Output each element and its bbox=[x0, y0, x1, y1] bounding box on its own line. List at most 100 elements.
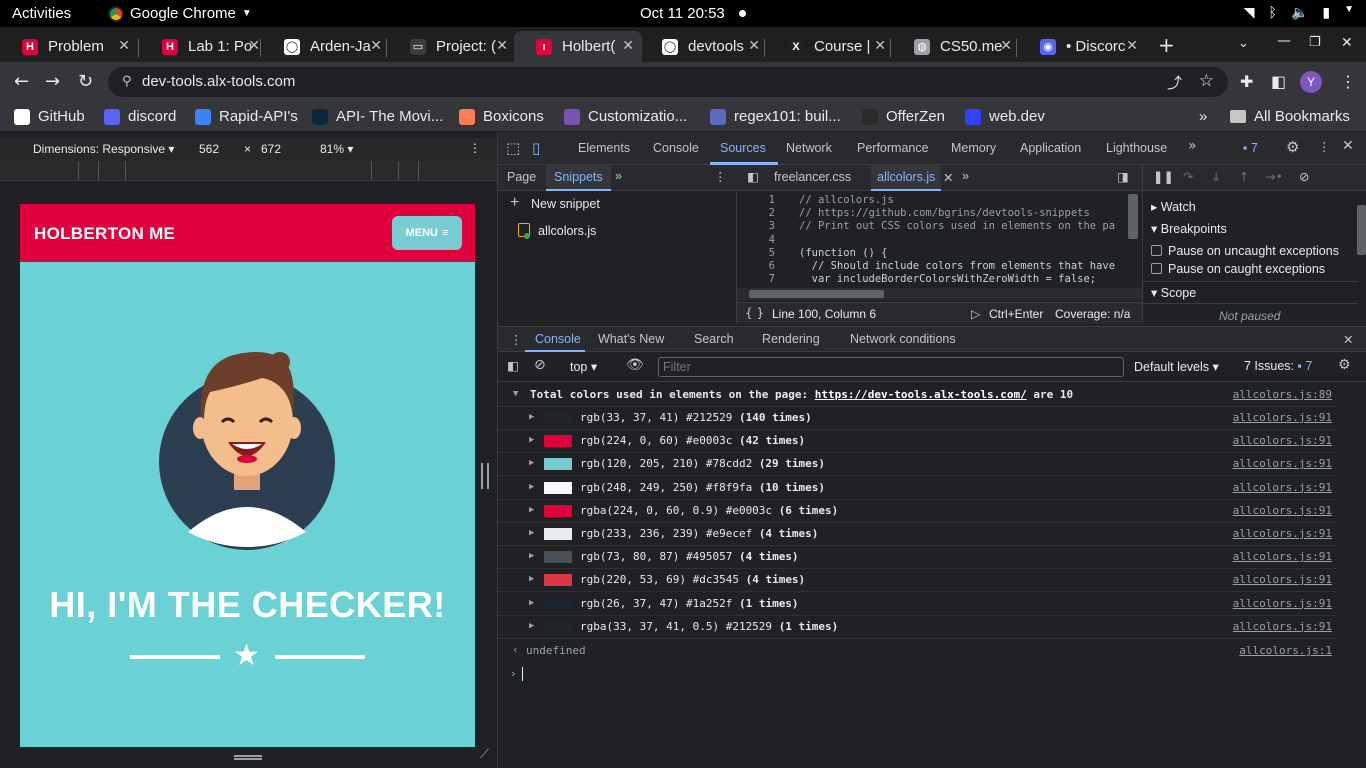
console-color-row[interactable]: ▶ rgb(120, 205, 210) #78cdd2 (29 times) al… bbox=[498, 453, 1336, 477]
console-color-row[interactable]: ▶ rgb(73, 80, 87) #495057 (4 times) allcol… bbox=[498, 546, 1336, 570]
forward-icon[interactable]: → bbox=[45, 71, 60, 92]
editor-tab-freelancer[interactable]: freelancer.css bbox=[774, 170, 851, 184]
profile-avatar[interactable]: Y bbox=[1300, 71, 1322, 93]
dimensions-select[interactable]: Dimensions: Responsive ▾ bbox=[33, 142, 174, 156]
width-input[interactable]: 562 bbox=[199, 142, 219, 156]
editor-scrollbar[interactable] bbox=[1128, 194, 1138, 239]
run-snippet-icon[interactable]: ▷ bbox=[971, 307, 980, 321]
expand-triangle-icon[interactable]: ▶ bbox=[529, 412, 534, 422]
debugger-scrollbar[interactable] bbox=[1357, 205, 1366, 255]
tab-snippets[interactable]: Snippets bbox=[546, 165, 611, 191]
activities-button[interactable]: Activities bbox=[12, 5, 71, 22]
expand-triangle-icon[interactable]: ▶ bbox=[529, 551, 534, 561]
log-levels-select[interactable]: Default levels ▾ bbox=[1134, 359, 1219, 374]
pause-icon[interactable]: ❚❚ bbox=[1153, 169, 1174, 184]
close-tab-icon[interactable]: ✕ bbox=[874, 37, 886, 54]
summary-source-link[interactable]: allcolors.js:89 bbox=[1233, 388, 1332, 401]
expand-triangle-icon[interactable]: ▶ bbox=[529, 598, 534, 608]
close-tab-icon[interactable]: ✕ bbox=[748, 37, 760, 54]
return-source-link[interactable]: allcolors.js:1 bbox=[1239, 644, 1332, 657]
close-tab-icon[interactable]: ✕ bbox=[496, 37, 508, 54]
settings-icon[interactable]: ⚙ bbox=[1286, 138, 1299, 156]
toggle-debugger-icon[interactable]: ◨ bbox=[1117, 169, 1129, 184]
snippet-item[interactable]: allcolors.js bbox=[538, 224, 596, 238]
devtools-more-icon[interactable]: ⋮ bbox=[1318, 139, 1331, 154]
browser-tab[interactable]: ◉ • Discorc ✕ bbox=[1018, 31, 1146, 62]
more-editor-tabs-icon[interactable]: » bbox=[962, 169, 969, 183]
code-line[interactable]: // Should include colors from elements t… bbox=[799, 260, 1115, 272]
inspect-element-icon[interactable]: ⬚ bbox=[506, 139, 520, 157]
row-source-link[interactable]: allcolors.js:91 bbox=[1233, 620, 1332, 633]
step-over-icon[interactable]: ↷ bbox=[1183, 169, 1193, 184]
issues-badge[interactable]: ▪ 7 bbox=[1243, 141, 1258, 155]
expand-triangle-icon[interactable]: ▶ bbox=[529, 505, 534, 515]
resize-handle-bottom[interactable] bbox=[234, 755, 262, 760]
bookmark-item[interactable]: Rapid-API's bbox=[195, 108, 298, 125]
code-editor[interactable]: 1 // allcolors.js 2 // https://github.com/b… bbox=[737, 191, 1142, 302]
console-color-row[interactable]: ▶ rgb(233, 236, 239) #e9ecef (4 times) all… bbox=[498, 523, 1336, 546]
resize-corner-icon[interactable]: ⟋ bbox=[480, 747, 489, 762]
new-snippet-button[interactable]: New snippet bbox=[531, 197, 600, 211]
close-tab-icon[interactable]: ✕ bbox=[943, 170, 953, 185]
all-bookmarks-folder[interactable]: All Bookmarks bbox=[1230, 108, 1350, 125]
deactivate-breakpoints-icon[interactable]: ⊘ bbox=[1299, 169, 1309, 184]
devtools-tab-sources[interactable]: Sources bbox=[720, 141, 766, 155]
back-icon[interactable]: ← bbox=[14, 71, 29, 92]
devtools-tab-performance[interactable]: Performance bbox=[857, 141, 929, 155]
bookmark-item[interactable]: discord bbox=[104, 108, 176, 125]
side-panel-icon[interactable]: ◧ bbox=[1271, 72, 1286, 91]
tab-search-icon[interactable]: ⌄ bbox=[1238, 36, 1249, 51]
close-drawer-icon[interactable]: ✕ bbox=[1343, 332, 1353, 347]
address-bar[interactable]: ⚲ dev-tools.alx-tools.com ⤴ ☆ bbox=[108, 67, 1228, 97]
expand-triangle-icon[interactable]: ▶ bbox=[529, 528, 534, 538]
drawer-tab-rendering[interactable]: Rendering bbox=[762, 332, 820, 346]
close-tab-icon[interactable]: ✕ bbox=[1126, 37, 1138, 54]
row-source-link[interactable]: allcolors.js:91 bbox=[1233, 504, 1332, 517]
close-tab-icon[interactable]: ✕ bbox=[370, 37, 382, 54]
step-out-icon[interactable]: ↑ bbox=[1239, 169, 1249, 184]
browser-tab[interactable]: H Problem ✕ bbox=[0, 31, 138, 62]
bookmark-item[interactable]: Customizatio... bbox=[564, 108, 687, 125]
new-tab-icon[interactable]: + bbox=[1158, 33, 1175, 57]
editor-tab-allcolors[interactable]: allcolors.js bbox=[871, 165, 942, 191]
resize-handle-right[interactable] bbox=[481, 463, 489, 489]
step-into-icon[interactable]: ↓ bbox=[1211, 169, 1221, 184]
browser-tab[interactable]: ı Holbert(✕ bbox=[514, 31, 642, 62]
browser-tab[interactable]: ◯ devtools ✕ bbox=[640, 31, 768, 62]
close-tab-icon[interactable]: ✕ bbox=[622, 37, 634, 54]
more-panels-icon[interactable]: » bbox=[1188, 138, 1197, 154]
console-color-row[interactable]: ▶ rgb(220, 53, 69) #dc3545 (4 times) allco… bbox=[498, 569, 1336, 593]
more-tabs-icon[interactable]: » bbox=[615, 169, 622, 183]
live-expression-icon[interactable]: 👁 bbox=[626, 357, 644, 373]
bookmarks-overflow-icon[interactable]: » bbox=[1199, 108, 1207, 125]
reload-icon[interactable]: ↻ bbox=[78, 71, 93, 92]
code-line[interactable]: // allcolors.js bbox=[799, 194, 894, 206]
devtools-tab-network[interactable]: Network bbox=[786, 141, 832, 155]
bookmark-item[interactable]: Boxicons bbox=[459, 108, 544, 125]
code-line[interactable]: // Print out CSS colors used in elements… bbox=[799, 220, 1115, 232]
share-icon[interactable]: ⤴ bbox=[1167, 72, 1182, 93]
expand-triangle-icon[interactable]: ▶ bbox=[529, 621, 534, 631]
drawer-tab-console[interactable]: Console bbox=[535, 332, 581, 346]
collapse-triangle-icon[interactable]: ▼ bbox=[513, 389, 518, 399]
close-window-icon[interactable]: ✕ bbox=[1341, 35, 1353, 51]
devtools-tab-application[interactable]: Application bbox=[1020, 141, 1081, 155]
console-settings-icon[interactable]: ⚙ bbox=[1338, 357, 1351, 373]
height-input[interactable]: 672 bbox=[261, 142, 281, 156]
row-source-link[interactable]: allcolors.js:91 bbox=[1233, 550, 1332, 563]
app-menu[interactable]: Google Chrome ▼ bbox=[108, 5, 252, 22]
close-tab-icon[interactable]: ✕ bbox=[1000, 37, 1012, 54]
console-summary-row[interactable]: ▼ Total colors used in elements on the p… bbox=[498, 384, 1336, 407]
expand-triangle-icon[interactable]: ▶ bbox=[529, 574, 534, 584]
browser-tab[interactable]: H Lab 1: Po ✕ bbox=[140, 31, 268, 62]
editor-hscrollbar[interactable] bbox=[737, 288, 1142, 300]
drawer-tab-what-s-new[interactable]: What's New bbox=[598, 332, 664, 346]
breakpoints-section[interactable]: ▾ Breakpoints bbox=[1151, 221, 1227, 236]
kebab-menu-icon[interactable]: ⋮ bbox=[1340, 72, 1356, 91]
console-color-row[interactable]: ▶ rgb(224, 0, 60) #e0003c (42 times) allco… bbox=[498, 430, 1336, 454]
summary-url[interactable]: https://dev-tools.alx-tools.com/ bbox=[815, 388, 1027, 401]
page-brand[interactable]: HOLBERTON ME bbox=[34, 224, 175, 244]
browser-tab[interactable]: ▭ Project: (✕ bbox=[388, 31, 516, 62]
code-line[interactable]: var includeBorderColorsWithZeroWidth = f… bbox=[799, 273, 1096, 285]
browser-tab[interactable]: ◯ Arden-Ja ✕ bbox=[262, 31, 390, 62]
